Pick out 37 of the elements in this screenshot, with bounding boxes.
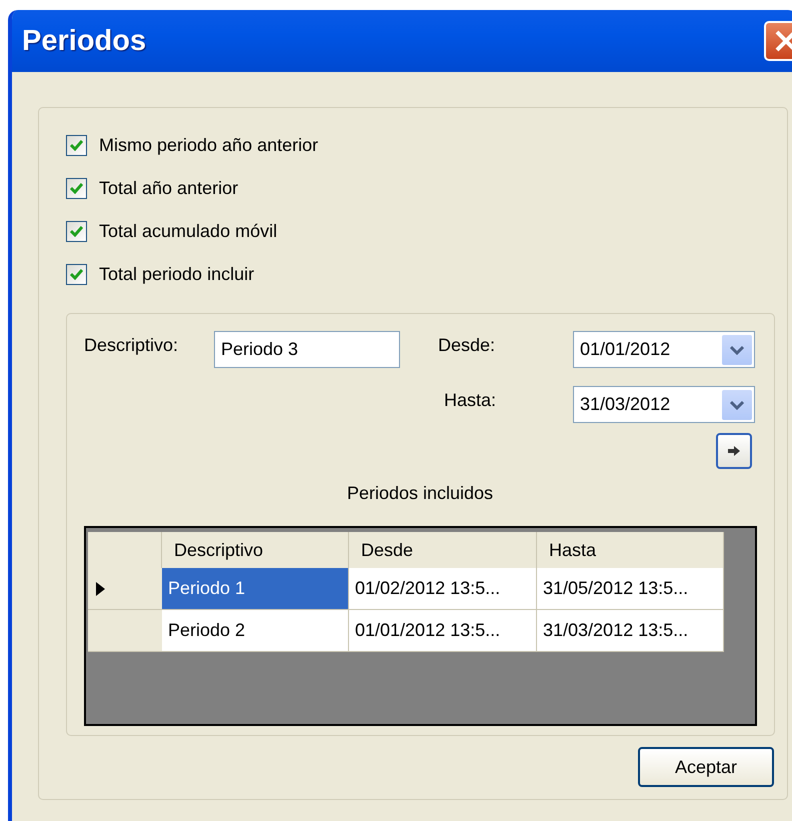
chevron-down-icon	[730, 400, 744, 410]
table-cell[interactable]: Periodo 1	[162, 568, 349, 610]
table-cell[interactable]: 31/03/2012 13:5...	[537, 610, 724, 652]
table-cell[interactable]: 01/02/2012 13:5...	[349, 568, 537, 610]
table-cell[interactable]: 31/05/2012 13:5...	[537, 568, 724, 610]
checkmark-icon	[70, 140, 83, 151]
checkmark-icon	[70, 226, 83, 237]
chevron-down-icon	[730, 344, 744, 354]
checkbox[interactable]	[66, 221, 87, 242]
checkbox-label: Mismo periodo año anterior	[99, 135, 318, 156]
field-label: Desde:	[438, 334, 496, 356]
date-picker[interactable]: 01/01/2012	[573, 331, 755, 368]
checkbox[interactable]	[66, 178, 87, 199]
checkbox-label: Total acumulado móvil	[99, 221, 278, 242]
checkbox[interactable]	[66, 264, 87, 285]
add-button[interactable]	[716, 433, 752, 469]
checkmark-icon	[70, 183, 83, 194]
checkbox-label: Total año anterior	[99, 178, 238, 199]
input-field[interactable]: Periodo 3	[214, 331, 400, 368]
accept-button[interactable]: Aceptar	[638, 747, 774, 787]
arrow-right-icon	[727, 445, 741, 457]
close-icon	[774, 29, 792, 53]
checkbox-label: Total periodo incluir	[99, 264, 254, 285]
date-picker[interactable]: 31/03/2012	[573, 386, 755, 423]
table-title: Periodos incluidos	[346, 483, 494, 504]
current-row-icon	[96, 582, 105, 596]
table-cell[interactable]: Periodo 2	[162, 610, 349, 652]
column-header[interactable]: Descriptivo	[162, 532, 349, 568]
column-header[interactable]: Hasta	[537, 532, 724, 568]
table-cell[interactable]: 01/01/2012 13:5...	[349, 610, 537, 652]
row-header[interactable]	[88, 568, 162, 610]
field-label: Descriptivo:	[84, 334, 180, 356]
field-label: Hasta:	[443, 389, 498, 411]
checkmark-icon	[70, 269, 83, 280]
window-title: Periodos	[22, 24, 146, 58]
checkbox[interactable]	[66, 135, 87, 156]
column-header[interactable]: Desde	[349, 532, 537, 568]
